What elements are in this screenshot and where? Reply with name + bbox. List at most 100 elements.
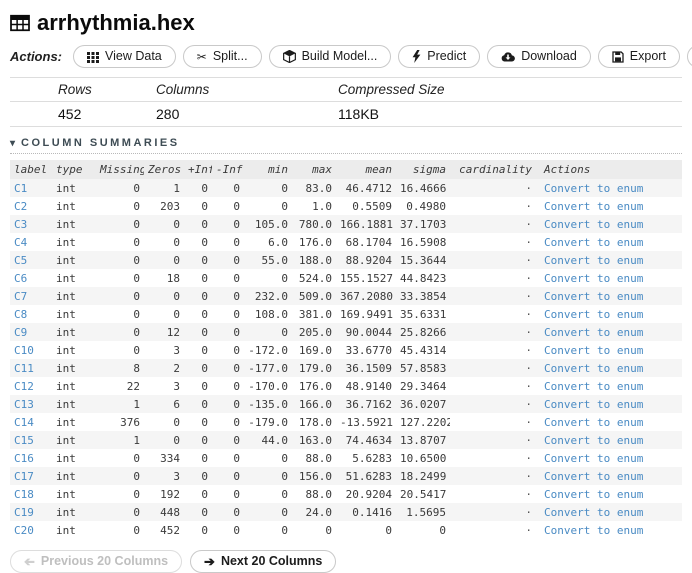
view-data-button[interactable]: View Data [73, 45, 176, 68]
missing-cell: 0 [133, 343, 140, 357]
pos-inf-cell: 0 [201, 289, 208, 303]
convert-to-enum-link[interactable]: Convert to enum [544, 200, 643, 213]
convert-to-enum-link[interactable]: Convert to enum [544, 380, 643, 393]
max-cell: 163.0 [298, 433, 332, 447]
cardinality-cell: · [525, 361, 532, 375]
pos-inf-cell: 0 [201, 235, 208, 249]
column-label-link[interactable]: C8 [10, 305, 52, 323]
summary-row: C12 int 22 3 0 0 -170.0 176.0 48.9140 29.3464 · Con… [10, 377, 682, 395]
convert-to-enum-link[interactable]: Convert to enum [544, 470, 643, 483]
convert-to-enum-link[interactable]: Convert to enum [544, 326, 643, 339]
type-cell: int [56, 487, 76, 501]
column-label-link[interactable]: C2 [10, 197, 52, 215]
convert-to-enum-link[interactable]: Convert to enum [544, 452, 643, 465]
split-button[interactable]: ✂ Split... [182, 45, 262, 68]
pos-inf-cell: 0 [201, 523, 208, 537]
sigma-cell: 37.1703 [400, 217, 447, 231]
missing-cell: 0 [133, 181, 140, 195]
convert-to-enum-link[interactable]: Convert to enum [544, 218, 643, 231]
pos-inf-cell: 0 [201, 199, 208, 213]
column-label-link[interactable]: C16 [10, 449, 52, 467]
column-label-link[interactable]: C6 [10, 269, 52, 287]
missing-cell: 1 [133, 397, 140, 411]
sigma-cell: 127.2202 [400, 415, 450, 429]
download-button[interactable]: Download [487, 45, 591, 68]
predict-button[interactable]: Predict [398, 45, 481, 68]
delete-button[interactable]: Delete [686, 45, 692, 68]
column-label-link[interactable]: C20 [10, 521, 52, 539]
missing-cell: 0 [133, 289, 140, 303]
max-cell: 176.0 [298, 235, 332, 249]
max-cell: 381.0 [298, 307, 332, 321]
rows-header: Rows [10, 77, 150, 102]
convert-to-enum-link[interactable]: Convert to enum [544, 362, 643, 375]
column-label-link[interactable]: C11 [10, 359, 52, 377]
summary-row: C7 int 0 0 0 0 232.0 509.0 367.2080 33.3854 · Conve… [10, 287, 682, 305]
min-cell: 0 [281, 199, 288, 213]
neg-inf-cell: 0 [233, 289, 240, 303]
next-20-columns-button[interactable]: ➔ Next 20 Columns [190, 550, 337, 573]
min-cell: -172.0 [248, 343, 288, 357]
zeros-cell: 452 [160, 523, 180, 537]
convert-to-enum-link[interactable]: Convert to enum [544, 344, 643, 357]
previous-20-columns-button[interactable]: ➔ Previous 20 Columns [10, 550, 183, 573]
column-label-link[interactable]: C10 [10, 341, 52, 359]
column-label-link[interactable]: C12 [10, 377, 52, 395]
column-label-link[interactable]: C5 [10, 251, 52, 269]
convert-to-enum-link[interactable]: Convert to enum [544, 416, 643, 429]
frame-info-header-row: Rows Columns Compressed Size [10, 77, 682, 102]
convert-to-enum-link[interactable]: Convert to enum [544, 236, 643, 249]
min-cell: -179.0 [248, 415, 288, 429]
neg-inf-cell: 0 [233, 253, 240, 267]
column-label-link[interactable]: C14 [10, 413, 52, 431]
convert-to-enum-link[interactable]: Convert to enum [544, 398, 643, 411]
convert-to-enum-link[interactable]: Convert to enum [544, 272, 643, 285]
convert-to-enum-link[interactable]: Convert to enum [544, 506, 643, 519]
type-cell: int [56, 469, 76, 483]
column-label-link[interactable]: C4 [10, 233, 52, 251]
page-title: arrhythmia.hex [10, 10, 682, 36]
column-label-link[interactable]: C7 [10, 287, 52, 305]
summary-row: C2 int 0 203 0 0 0 1.0 0.5509 0.4980 · Convert to e… [10, 197, 682, 215]
column-label-link[interactable]: C13 [10, 395, 52, 413]
convert-to-enum-link[interactable]: Convert to enum [544, 308, 643, 321]
convert-to-enum-link[interactable]: Convert to enum [544, 254, 643, 267]
actions-cell: Convert to enum [536, 359, 682, 377]
cardinality-cell: · [525, 325, 532, 339]
column-label-link[interactable]: C19 [10, 503, 52, 521]
export-button[interactable]: Export [597, 45, 680, 68]
min-cell: -170.0 [248, 379, 288, 393]
neg-inf-cell: 0 [233, 181, 240, 195]
convert-to-enum-link[interactable]: Convert to enum [544, 290, 643, 303]
arrow-left-icon: ➔ [24, 554, 35, 569]
actions-cell: Convert to enum [536, 413, 682, 431]
previous-20-columns-label: Previous 20 Columns [40, 554, 169, 568]
column-label-link[interactable]: C17 [10, 467, 52, 485]
max-cell: 83.0 [305, 181, 333, 195]
neg-inf-cell: 0 [233, 235, 240, 249]
column-label-link[interactable]: C15 [10, 431, 52, 449]
actions-cell: Convert to enum [536, 503, 682, 521]
min-cell: 44.0 [261, 433, 289, 447]
zeros-cell: 334 [160, 451, 180, 465]
zeros-cell: 3 [173, 469, 180, 483]
column-label-link[interactable]: C9 [10, 323, 52, 341]
missing-cell: 376 [120, 415, 140, 429]
column-summaries-header[interactable]: ▾ COLUMN SUMMARIES [10, 137, 682, 154]
convert-to-enum-link[interactable]: Convert to enum [544, 182, 643, 195]
column-label-link[interactable]: C18 [10, 485, 52, 503]
type-cell: int [56, 307, 76, 321]
missing-cell: 0 [133, 199, 140, 213]
mean-cell: 169.9491 [340, 307, 393, 321]
column-label-link[interactable]: C1 [10, 179, 52, 197]
build-model-button[interactable]: Build Model... [268, 45, 392, 68]
actions-cell: Convert to enum [536, 449, 682, 467]
neg-inf-cell: 0 [233, 433, 240, 447]
convert-to-enum-link[interactable]: Convert to enum [544, 488, 643, 501]
neg-inf-cell: 0 [233, 505, 240, 519]
convert-to-enum-link[interactable]: Convert to enum [544, 434, 643, 447]
column-label-link[interactable]: C3 [10, 215, 52, 233]
zeros-cell: 203 [160, 199, 180, 213]
convert-to-enum-link[interactable]: Convert to enum [544, 524, 643, 537]
max-cell: 88.0 [305, 451, 333, 465]
